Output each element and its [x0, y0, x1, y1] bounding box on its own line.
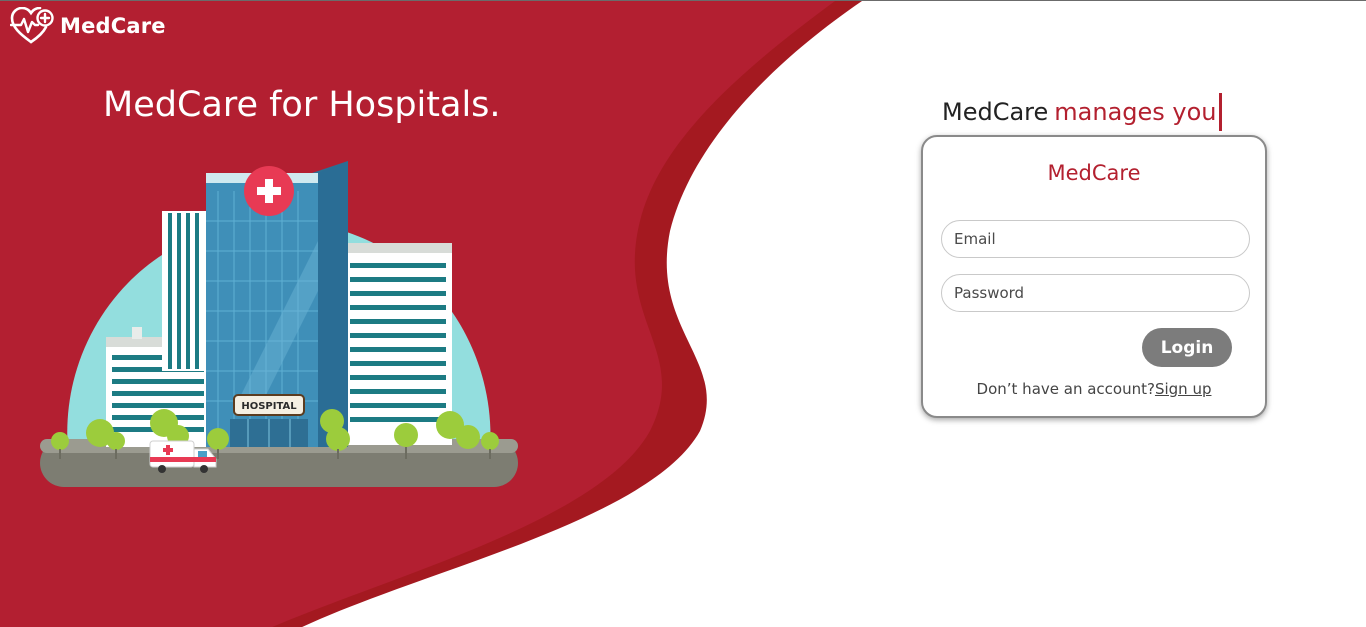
card-title: MedCare: [1047, 161, 1141, 185]
hospital-sign-text: HOSPITAL: [241, 401, 297, 412]
brand-logo[interactable]: MedCare: [10, 7, 166, 45]
tagline-typed-text: manages you: [1054, 98, 1217, 126]
login-button[interactable]: Login: [1142, 328, 1232, 367]
email-field[interactable]: [941, 220, 1250, 258]
hero-title: MedCare for Hospitals.: [103, 85, 501, 125]
brand-name: MedCare: [60, 14, 166, 38]
login-card: MedCare Login Don’t have an account?Sign…: [921, 135, 1267, 418]
signup-prompt: Don’t have an account?: [976, 380, 1155, 398]
hospital-building-illustration: HOSPITAL: [40, 161, 518, 487]
heart-pulse-plus-icon: [10, 7, 54, 45]
tagline: MedCare manages you: [942, 93, 1222, 131]
login-page: MedCare MedCare for Hospitals. HOSPITAL …: [0, 0, 1366, 627]
typing-cursor: [1218, 93, 1222, 131]
signup-link[interactable]: Sign up: [1155, 380, 1212, 398]
password-field[interactable]: [941, 274, 1250, 312]
signup-row: Don’t have an account?Sign up: [923, 380, 1265, 398]
tagline-prefix: MedCare: [942, 98, 1049, 126]
